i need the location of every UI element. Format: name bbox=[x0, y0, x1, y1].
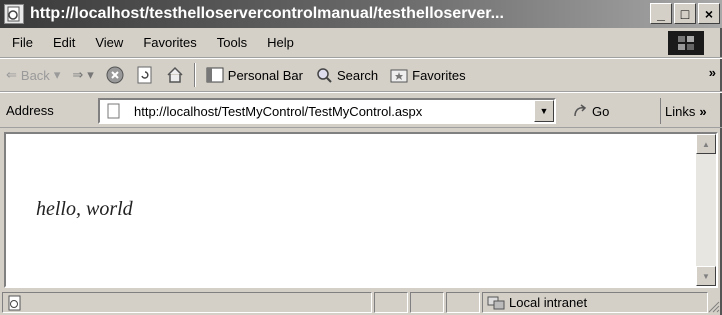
status-pane-3 bbox=[446, 292, 480, 313]
title-bar[interactable]: http://localhost/testhelloservercontrolm… bbox=[0, 0, 722, 28]
stop-icon bbox=[106, 66, 124, 84]
refresh-icon bbox=[137, 66, 152, 84]
personal-bar-icon bbox=[206, 67, 224, 83]
standard-toolbar: ⇐ Back ▾ ⇒ ▾ Personal Bar Search Favorit… bbox=[0, 58, 722, 92]
menu-edit[interactable]: Edit bbox=[43, 35, 85, 50]
toolbar-chevron-icon[interactable]: » bbox=[709, 65, 716, 80]
address-dropdown-button[interactable]: ▼ bbox=[534, 100, 554, 122]
security-zone-label: Local intranet bbox=[509, 295, 588, 310]
window-title: http://localhost/testhelloservercontrolm… bbox=[30, 5, 504, 22]
resize-grip-icon[interactable] bbox=[706, 299, 720, 313]
toolbar-separator bbox=[193, 63, 196, 87]
menu-tools[interactable]: Tools bbox=[207, 35, 257, 50]
scroll-down-button[interactable]: ▼ bbox=[696, 266, 716, 286]
page-status-icon bbox=[8, 295, 21, 310]
menu-view[interactable]: View bbox=[85, 35, 133, 50]
search-button[interactable]: Search bbox=[309, 61, 384, 89]
window-controls: _ □ × bbox=[650, 3, 720, 24]
favorites-button[interactable]: Favorites bbox=[384, 61, 471, 89]
home-button[interactable] bbox=[160, 61, 190, 89]
browser-window: http://localhost/testhelloservercontrolm… bbox=[0, 0, 722, 315]
minimize-button[interactable]: _ bbox=[650, 3, 672, 24]
stop-button[interactable] bbox=[100, 61, 130, 89]
menu-help[interactable]: Help bbox=[257, 35, 304, 50]
menu-bar: File Edit View Favorites Tools Help bbox=[0, 28, 722, 58]
forward-button[interactable]: ⇒ ▾ bbox=[66, 61, 99, 89]
back-arrow-icon: ⇐ bbox=[6, 67, 17, 82]
status-message-pane bbox=[2, 292, 372, 313]
go-button[interactable]: Go bbox=[568, 98, 613, 124]
vertical-scrollbar[interactable]: ▲ ▼ bbox=[696, 134, 716, 286]
back-label: Back bbox=[20, 67, 50, 83]
status-bar: Local intranet bbox=[0, 290, 722, 315]
maximize-button[interactable]: □ bbox=[674, 3, 696, 24]
page-viewport[interactable]: hello, world ▲ ▼ bbox=[4, 132, 718, 288]
favorites-label: Favorites bbox=[412, 67, 466, 83]
ie-page-icon bbox=[4, 4, 24, 24]
go-label: Go bbox=[592, 103, 610, 119]
go-arrow-icon bbox=[574, 104, 587, 117]
page-icon bbox=[107, 103, 120, 119]
personal-bar-label: Personal Bar bbox=[227, 67, 303, 83]
personal-bar-button[interactable]: Personal Bar bbox=[200, 61, 309, 89]
status-pane-2 bbox=[410, 292, 444, 313]
links-label: Links bbox=[665, 103, 696, 119]
search-label: Search bbox=[336, 67, 379, 83]
scroll-up-button[interactable]: ▲ bbox=[696, 134, 716, 154]
search-icon bbox=[317, 68, 332, 83]
address-bar: Address http://localhost/TestMyControl/T… bbox=[0, 92, 722, 128]
forward-arrow-icon: ⇒ bbox=[72, 67, 84, 82]
back-button[interactable]: ⇐ Back ▾ bbox=[0, 61, 66, 89]
back-dropdown-icon: ▾ bbox=[53, 67, 61, 82]
menu-favorites[interactable]: Favorites bbox=[133, 35, 206, 50]
close-button[interactable]: × bbox=[698, 3, 720, 24]
page-content-text: hello, world bbox=[36, 198, 133, 220]
security-zone-pane: Local intranet bbox=[482, 292, 708, 313]
address-field[interactable]: http://localhost/TestMyControl/TestMyCon… bbox=[98, 98, 556, 124]
refresh-button[interactable] bbox=[130, 61, 160, 89]
favorites-icon bbox=[390, 69, 408, 83]
chevron-down-icon: ▼ bbox=[539, 106, 549, 116]
address-url[interactable]: http://localhost/TestMyControl/TestMyCon… bbox=[134, 104, 422, 119]
menu-file[interactable]: File bbox=[0, 35, 43, 50]
links-chevron-icon: » bbox=[699, 103, 707, 119]
windows-logo-icon bbox=[668, 31, 704, 55]
intranet-zone-icon bbox=[487, 296, 505, 309]
links-toolbar[interactable]: Links » bbox=[660, 98, 707, 124]
scroll-up-icon: ▲ bbox=[702, 139, 710, 149]
home-icon bbox=[167, 66, 183, 83]
scroll-down-icon: ▼ bbox=[702, 271, 710, 281]
address-label: Address bbox=[6, 102, 54, 118]
status-pane-1 bbox=[374, 292, 408, 313]
forward-dropdown-icon: ▾ bbox=[87, 67, 94, 82]
